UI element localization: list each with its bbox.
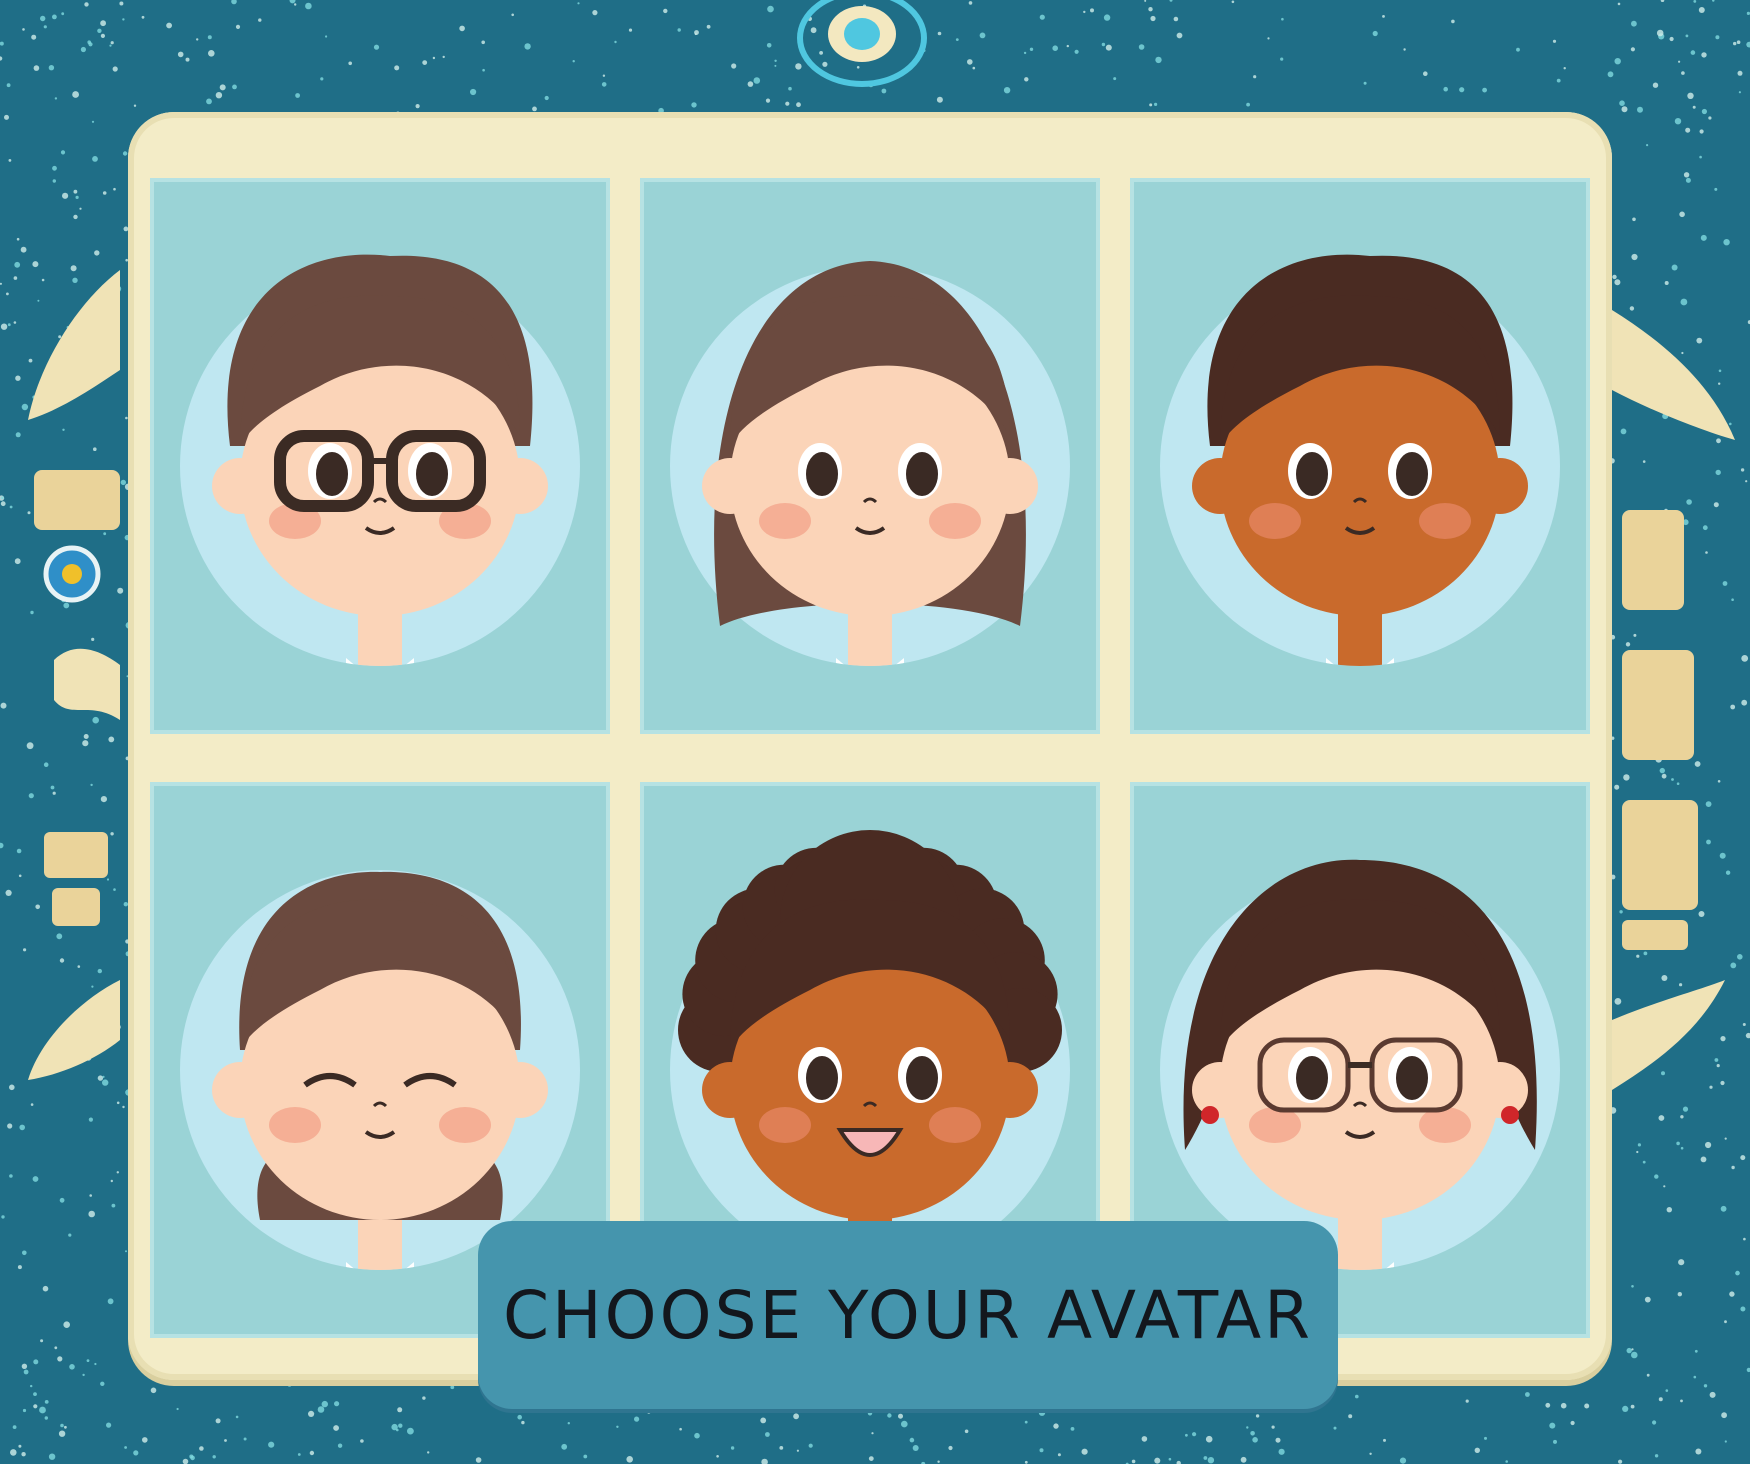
avatar-shirt	[1230, 666, 1490, 734]
avatar-option-girl-long-hair[interactable]	[640, 178, 1100, 734]
avatar-illustration	[1160, 254, 1560, 734]
avatar-shirt	[250, 666, 510, 734]
avatar-option-boy-dark-skin[interactable]	[1130, 178, 1590, 734]
side-ornament-left	[28, 270, 120, 1080]
avatar-illustration	[670, 261, 1070, 734]
avatar-option-boy-glasses[interactable]	[150, 178, 610, 734]
choose-avatar-button[interactable]: CHOOSE YOUR AVATAR	[478, 1221, 1338, 1409]
top-ornament	[797, 0, 927, 87]
choose-avatar-label: CHOOSE YOUR AVATAR	[502, 1276, 1314, 1354]
avatar-illustration	[180, 254, 580, 734]
avatar-shirt	[740, 666, 1000, 734]
avatar-grid	[150, 178, 1590, 1338]
side-ornament-right	[1612, 310, 1735, 1090]
avatar-shirt	[250, 1270, 510, 1338]
